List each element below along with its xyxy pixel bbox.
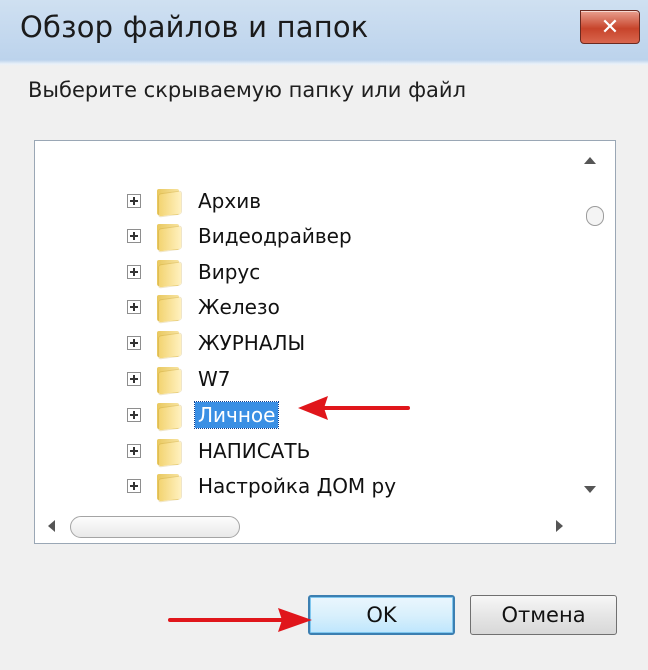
expand-icon[interactable] — [127, 336, 141, 350]
dialog-window: Обзор файлов и папок ✕ Выберите скрываем… — [0, 0, 648, 670]
tree-item-journals[interactable]: ЖУРНАЛЫ — [127, 326, 308, 360]
folder-icon — [157, 437, 181, 467]
annotation-arrow-icon — [298, 396, 410, 420]
scroll-down-icon[interactable] — [584, 486, 596, 493]
ok-button[interactable]: OK — [308, 595, 455, 635]
expand-icon[interactable] — [127, 479, 141, 493]
tree-item-hardware[interactable]: Железо — [127, 290, 283, 324]
tree-item-write[interactable]: НАПИСАТЬ — [127, 434, 313, 468]
tree-item-videodriver[interactable]: Видеодрайвер — [127, 219, 355, 253]
tree-item-virus[interactable]: Вирус — [127, 255, 263, 289]
expand-icon[interactable] — [127, 372, 141, 386]
tree-item-label-selected: Личное — [193, 401, 280, 429]
folder-icon — [157, 187, 181, 217]
horizontal-scroll-thumb[interactable] — [70, 516, 240, 538]
folder-icon — [157, 329, 181, 359]
folder-icon — [157, 258, 181, 288]
folder-icon — [157, 401, 181, 431]
tree-item-dom-ru-setup[interactable]: Настройка ДОМ ру — [127, 469, 399, 503]
horizontal-scrollbar[interactable] — [40, 514, 570, 538]
vertical-scrollbar[interactable] — [578, 150, 604, 495]
folder-icon — [157, 293, 181, 323]
folder-icon — [157, 365, 181, 395]
tree-item-label: НАПИСАТЬ — [198, 439, 311, 463]
vertical-scroll-thumb[interactable] — [586, 206, 604, 226]
tree-item-label: ЖУРНАЛЫ — [198, 331, 306, 355]
tree-item-label: Железо — [198, 295, 280, 319]
tree-item-personal[interactable]: Личное — [127, 398, 280, 432]
tree-item-w7[interactable]: W7 — [127, 362, 234, 396]
expand-icon[interactable] — [127, 444, 141, 458]
cancel-button[interactable]: Отмена — [470, 595, 617, 635]
expand-icon[interactable] — [127, 194, 141, 208]
close-icon: ✕ — [600, 14, 620, 40]
annotation-arrow-icon — [168, 608, 312, 632]
expand-icon[interactable] — [127, 229, 141, 243]
close-button[interactable]: ✕ — [580, 10, 640, 44]
expand-icon[interactable] — [127, 408, 141, 422]
scroll-left-icon[interactable] — [48, 520, 55, 532]
tree-item-label: W7 — [198, 367, 231, 391]
dialog-title: Обзор файлов и папок — [20, 10, 369, 44]
folder-icon — [157, 222, 181, 252]
tree-item-label: Вирус — [198, 260, 261, 284]
folder-tree-panel[interactable]: Архив Видеодрайвер Вирус Железо ЖУРНАЛЫ … — [34, 140, 616, 544]
folder-icon — [157, 472, 181, 502]
expand-icon[interactable] — [127, 265, 141, 279]
tree-item-label: Архив — [198, 189, 261, 213]
instruction-text: Выберите скрываемую папку или файл — [28, 78, 466, 102]
tree-item-archive[interactable]: Архив — [127, 184, 264, 218]
tree-item-label: Видеодрайвер — [198, 224, 352, 248]
expand-icon[interactable] — [127, 300, 141, 314]
scroll-right-icon[interactable] — [556, 520, 563, 532]
tree-item-label: Настройка ДОМ ру — [198, 474, 397, 498]
scroll-up-icon[interactable] — [584, 157, 596, 164]
